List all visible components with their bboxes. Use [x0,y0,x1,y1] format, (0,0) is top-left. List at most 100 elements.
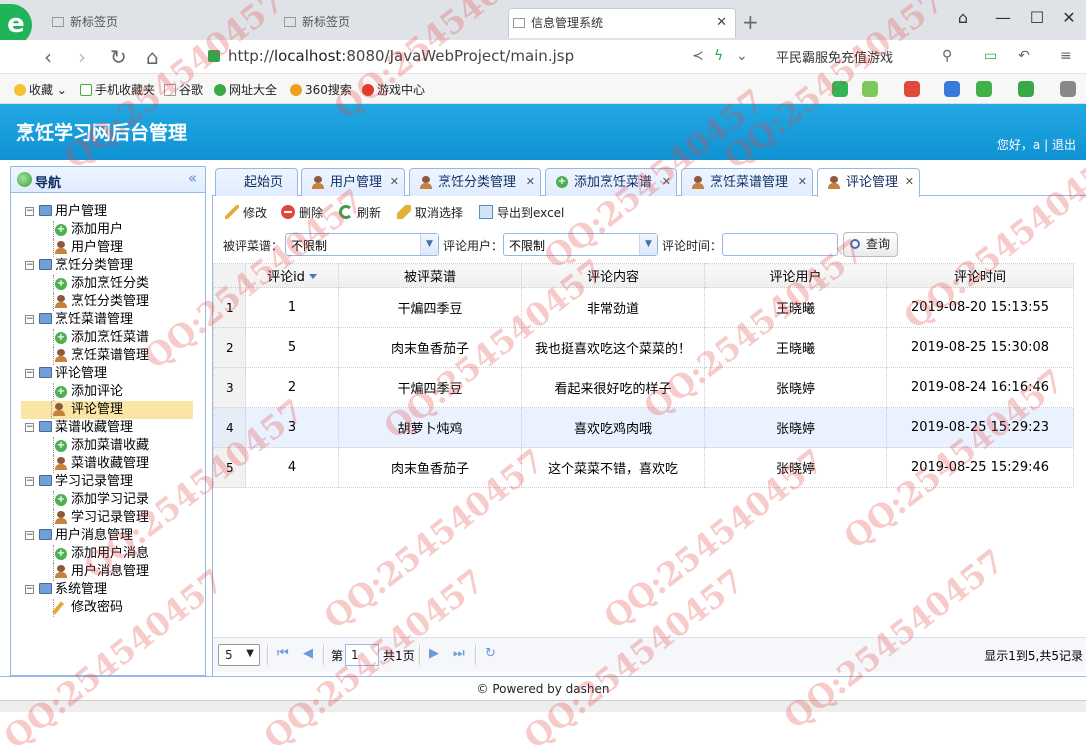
url-field[interactable]: http://localhost:8080/JavaWebProject/mai… [200,44,680,70]
sidebar-item[interactable]: 修改密码 [23,599,205,617]
table-row[interactable]: 3 2 干煸四季豆 看起来很好吃的样子 张晓婷 2019-08-24 16:16:46 [213,367,1074,408]
sidebar-item[interactable]: + 添加菜谱收藏 [23,437,205,455]
sidebar-item[interactable]: + 添加学习记录 [23,491,205,509]
page-tab[interactable]: 烹饪菜谱管理 ✕ [681,168,813,196]
page-tab[interactable]: 烹饪分类管理 ✕ [409,168,541,196]
bookmark-google[interactable]: 谷歌 [164,81,203,98]
close-tab-icon[interactable]: ✕ [526,169,535,195]
scissors-icon[interactable] [904,81,920,97]
collapse-toggle-icon[interactable]: − [25,261,34,270]
minimize-button[interactable]: — [992,8,1014,28]
maximize-button[interactable]: ☐ [1026,8,1048,28]
sidebar-group[interactable]: − 烹饪菜谱管理 [23,311,205,329]
sidebar-item[interactable]: 用户管理 [23,239,205,257]
sidebar-group[interactable]: − 用户管理 [23,203,205,221]
close-tab-icon[interactable]: ✕ [905,169,914,195]
table-row[interactable]: 5 4 肉末鱼香茄子 这个菜菜不错，喜欢吃 张晓婷 2019-08-25 15:29:46 [213,447,1074,488]
column-header-time[interactable]: 评论时间 [886,263,1074,288]
sidebar-item[interactable]: + 添加评论 [23,383,205,401]
column-header-user[interactable]: 评论用户 [704,263,887,288]
undo-icon[interactable]: ↶ [1018,48,1030,64]
table-row[interactable]: 1 1 干煸四季豆 非常劲道 王晓曦 2019-08-20 15:13:55 [213,287,1074,328]
chat-icon[interactable] [832,81,848,97]
sidebar-group[interactable]: − 学习记录管理 [23,473,205,491]
logout-link[interactable]: 退出 [1052,138,1076,152]
bookmark-games[interactable]: 游戏中心 [362,81,425,98]
column-header-content[interactable]: 评论内容 [521,263,705,288]
zoom-icon[interactable] [944,81,960,97]
sidebar-item[interactable]: + 添加烹饪菜谱 [23,329,205,347]
grid-icon[interactable] [1060,81,1076,97]
page-size-select[interactable]: 5 ▼ [218,644,260,666]
extension-icon[interactable] [862,81,878,97]
close-tab-icon[interactable]: ✕ [662,169,671,195]
back-icon[interactable]: ‹ [44,45,52,69]
sidebar-item[interactable]: + 添加烹饪分类 [23,275,205,293]
sidebar-item[interactable]: 菜谱收藏管理 [23,455,205,473]
bookmark-mobile[interactable]: 手机收藏夹 [80,81,155,98]
collapse-toggle-icon[interactable]: − [25,585,34,594]
search-icon[interactable]: ⚲ [942,48,952,64]
last-page-icon[interactable]: ⏭ [453,646,465,661]
page-tab-active[interactable]: 评论管理 ✕ [817,168,920,197]
sidebar-item[interactable]: 烹饪分类管理 [23,293,205,311]
sidebar-item[interactable]: 用户消息管理 [23,563,205,581]
time-filter-input[interactable] [722,233,838,256]
sidebar-group[interactable]: − 评论管理 [23,365,205,383]
new-tab-button[interactable]: + [742,10,759,34]
recipe-filter-select[interactable]: 不限制 ▼ [285,233,439,256]
cancel-select-button[interactable]: 取消选择 [397,204,463,221]
browser-tab-active[interactable]: 信息管理系统 ✕ [508,8,736,38]
user-filter-select[interactable]: 不限制 ▼ [503,233,658,256]
page-number-input[interactable]: 1 [345,644,379,666]
bookmark-hao[interactable]: 网址大全 [214,81,277,98]
home-icon[interactable]: ⌂ [146,45,159,69]
edit-button[interactable]: 修改 [225,204,267,221]
lightning-icon[interactable]: ϟ [714,48,723,64]
collapse-toggle-icon[interactable]: − [25,477,34,486]
chevron-down-icon[interactable]: ⌄ [736,48,748,64]
bookmark-360[interactable]: 360搜索 [290,81,352,98]
sidebar-item[interactable]: 学习记录管理 [23,509,205,527]
shirt-icon[interactable]: ⌂ [952,8,974,28]
collapse-icon[interactable]: « [188,169,197,187]
collapse-toggle-icon[interactable]: − [25,531,34,540]
search-suggestion[interactable]: 平民霸服免充值游戏 [776,47,893,66]
sidebar-item[interactable]: + 添加用户 [23,221,205,239]
close-tab-icon[interactable]: ✕ [716,9,727,37]
reload-icon[interactable]: ↻ [485,646,496,661]
share-icon[interactable]: ≺ [692,48,704,64]
page-tab[interactable]: 起始页 [215,168,298,196]
browser-tab[interactable]: 新标签页 [280,8,506,38]
sidebar-item[interactable]: + 添加用户消息 [23,545,205,563]
delete-button[interactable]: 删除 [281,204,323,221]
sidebar-group[interactable]: − 烹饪分类管理 [23,257,205,275]
close-window-button[interactable]: ✕ [1058,8,1080,28]
refresh-button[interactable]: 刷新 [339,204,381,221]
menu-icon[interactable]: ≡ [1060,48,1072,64]
collapse-toggle-icon[interactable]: − [25,369,34,378]
close-tab-icon[interactable]: ✕ [798,169,807,195]
sidebar-group[interactable]: − 菜谱收藏管理 [23,419,205,437]
collapse-toggle-icon[interactable]: − [25,423,34,432]
column-header-recipe[interactable]: 被评菜谱 [338,263,522,288]
sidebar-group[interactable]: − 用户消息管理 [23,527,205,545]
close-tab-icon[interactable]: ✕ [390,169,399,195]
table-row[interactable]: 4 3 胡萝卜炖鸡 喜欢吃鸡肉哦 张晓婷 2019-08-25 15:29:23 [213,407,1074,448]
battery-icon[interactable]: ▭ [984,48,997,64]
browser-tab[interactable]: 新标签页 [48,8,278,38]
page-tab[interactable]: + 添加烹饪菜谱 ✕ [545,168,677,196]
prev-page-icon[interactable]: ◀ [303,646,313,661]
sidebar-item[interactable]: 评论管理 [21,401,193,419]
forward-icon[interactable]: › [78,45,86,69]
collapse-toggle-icon[interactable]: − [25,315,34,324]
page-tab[interactable]: 用户管理 ✕ [301,168,405,196]
table-row[interactable]: 2 5 肉末鱼香茄子 我也挺喜欢吃这个菜菜的！ 王晓曦 2019-08-25 15:30:… [213,327,1074,368]
money-icon[interactable] [1018,81,1034,97]
reload-icon[interactable]: ↻ [110,45,127,69]
bookmark-favorites[interactable]: 收藏 ⌄ [14,81,67,98]
next-page-icon[interactable]: ▶ [429,646,439,661]
query-button[interactable]: 查询 [843,232,899,257]
first-page-icon[interactable]: ⏮ [277,646,289,661]
sidebar-group[interactable]: − 系统管理 [23,581,205,599]
